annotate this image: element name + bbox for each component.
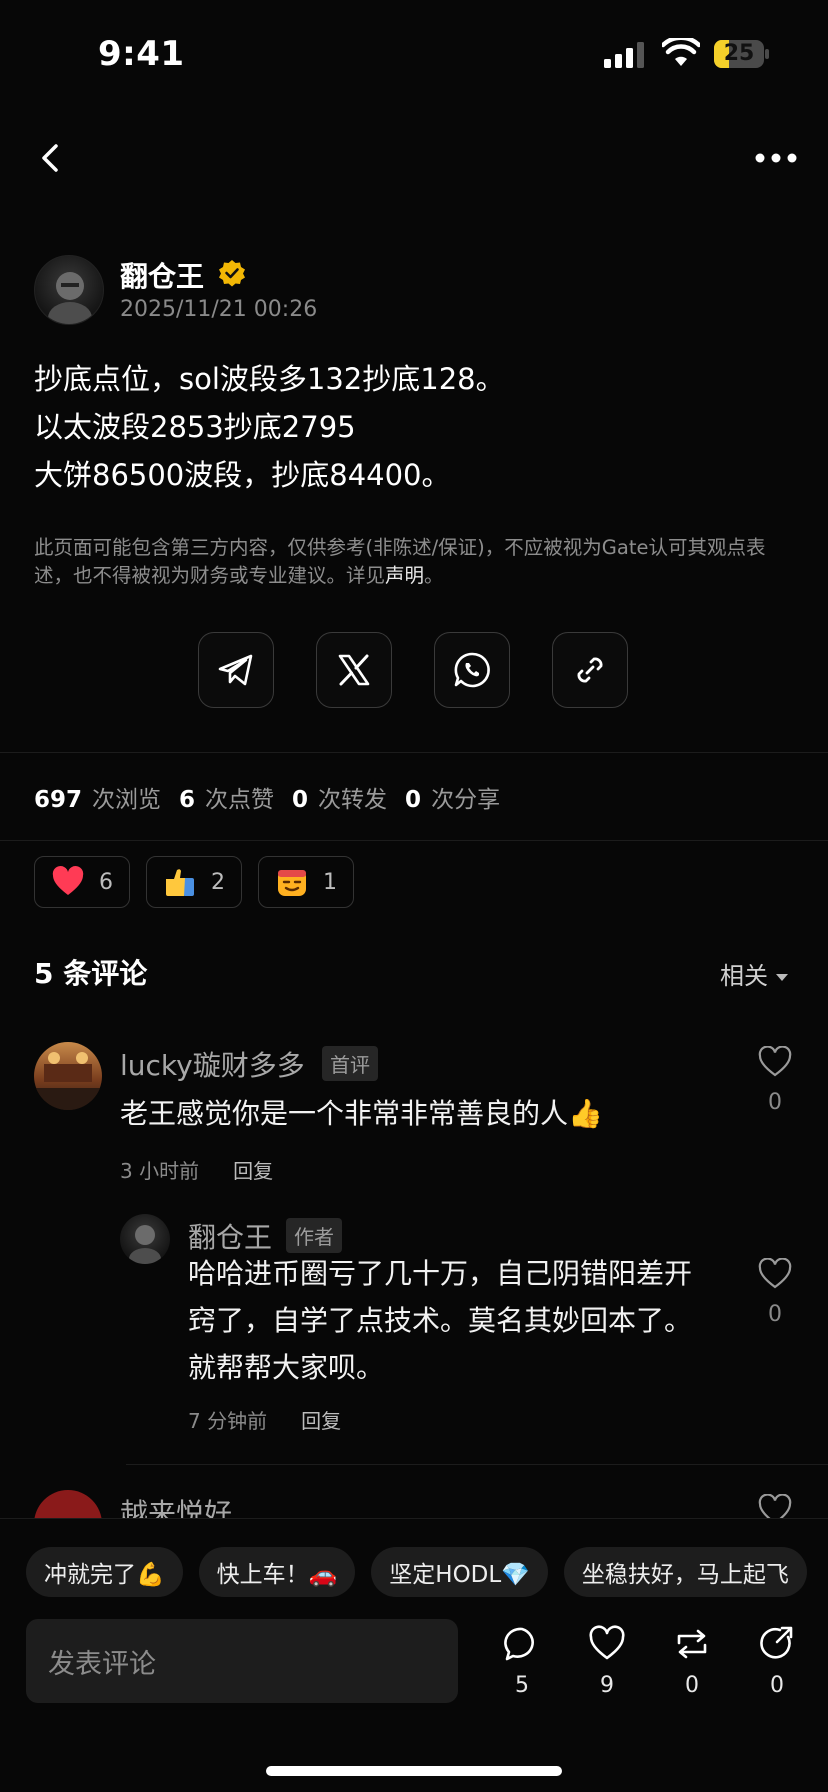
post-line: 抄底点位，sol波段多132抄底128。 xyxy=(34,362,505,396)
disclaimer-end: 。 xyxy=(424,564,444,587)
money-face-icon xyxy=(278,870,306,896)
post-line: 大饼86500波段，抄底84400。 xyxy=(34,458,451,492)
wifi-icon xyxy=(662,38,700,66)
divider xyxy=(126,1464,828,1465)
author-avatar[interactable] xyxy=(34,255,104,325)
reply-line: 就帮帮大家呗。 xyxy=(188,1351,385,1384)
comment-text: 老王感觉你是一个非常非常善良的人👍 xyxy=(120,1097,603,1130)
link-icon xyxy=(577,657,603,683)
reply-button[interactable]: 回复 xyxy=(301,1409,341,1433)
thumbs-up-icon xyxy=(166,869,194,896)
heart-outline-icon xyxy=(758,1045,792,1077)
repost-icon xyxy=(677,1629,707,1659)
reactions-row: 6 2 1 xyxy=(34,856,354,908)
share-row xyxy=(0,632,828,710)
reaction-money-face-button[interactable]: 1 xyxy=(258,856,354,908)
top-nav xyxy=(0,128,828,192)
comments-action[interactable]: 5 xyxy=(492,1625,552,1698)
battery-level: 25 xyxy=(723,41,755,66)
first-comment-tag: 首评 xyxy=(322,1046,378,1081)
like-action[interactable]: 9 xyxy=(577,1625,637,1698)
reply-like-button[interactable]: 0 xyxy=(758,1257,792,1327)
author-tag: 作者 xyxy=(286,1218,342,1253)
reply-time: 7 分钟前 xyxy=(188,1409,268,1433)
post-line: 以太波段2853抄底2795 xyxy=(34,410,356,444)
quick-reply-chip[interactable]: 坐稳扶好，马上起飞 xyxy=(563,1547,807,1597)
share-arrow-icon xyxy=(760,1626,793,1659)
comment-meta: 3 小时前 回复 xyxy=(120,1155,273,1184)
share-telegram-button[interactable] xyxy=(198,632,274,708)
sort-label: 相关 xyxy=(720,962,768,990)
share-x-button[interactable] xyxy=(316,632,392,708)
cellular-signal-icon xyxy=(604,42,644,68)
reaction-heart-button[interactable]: 6 xyxy=(34,856,130,908)
stat-likes: 6 次点赞 xyxy=(179,787,275,813)
share-whatsapp-button[interactable] xyxy=(434,632,510,708)
comments-count: 5 xyxy=(515,1673,529,1698)
reply-line: 窍了，自学了点技术。莫名其妙回本了。 xyxy=(188,1304,693,1337)
home-indicator xyxy=(266,1766,562,1776)
reply-author-avatar[interactable] xyxy=(120,1214,170,1264)
commenter-name[interactable]: lucky璇财多多 xyxy=(120,1044,305,1084)
comment-input[interactable]: 发表评论 xyxy=(26,1619,458,1703)
copy-link-button[interactable] xyxy=(552,632,628,708)
quick-replies: 冲就完了💪 快上车！🚗 坚定HODL💎 坐稳扶好，马上起飞 xyxy=(26,1547,807,1597)
heart-outline-icon xyxy=(758,1257,792,1289)
battery-icon: 25 xyxy=(714,40,770,68)
reply-line: 哈哈进币圈亏了几十万，自己阴错阳差开 xyxy=(188,1257,693,1290)
comment-like-count: 0 xyxy=(768,1090,782,1115)
reply-button[interactable]: 回复 xyxy=(233,1159,273,1183)
reaction-count: 2 xyxy=(211,869,225,895)
bottom-bar: 冲就完了💪 快上车！🚗 坚定HODL💎 坐稳扶好，马上起飞 发表评论 5 9 0… xyxy=(0,1518,828,1792)
reply-meta: 7 分钟前 回复 xyxy=(188,1405,341,1434)
quick-reply-chip[interactable]: 坚定HODL💎 xyxy=(371,1547,548,1597)
reaction-count: 6 xyxy=(99,869,113,895)
heart-icon xyxy=(52,866,84,895)
stat-shares: 0 次分享 xyxy=(405,787,501,813)
reply-like-count: 0 xyxy=(768,1302,782,1327)
stat-views: 697 次浏览 xyxy=(34,787,162,813)
repost-action[interactable]: 0 xyxy=(662,1625,722,1698)
quick-reply-chip[interactable]: 冲就完了💪 xyxy=(26,1547,183,1597)
heart-outline-icon xyxy=(589,1625,625,1660)
share-action[interactable]: 0 xyxy=(747,1625,807,1698)
comment-like-button[interactable]: 0 xyxy=(758,1045,792,1115)
reposts-count: 0 xyxy=(685,1673,699,1698)
reply-text: 哈哈进币圈亏了几十万，自己阴错阳差开 窍了，自学了点技术。莫名其妙回本了。 就帮… xyxy=(188,1250,692,1391)
telegram-icon xyxy=(218,654,253,686)
comment-bubble-icon xyxy=(504,1627,534,1661)
post-timestamp: 2025/11/21 00:26 xyxy=(120,297,318,322)
back-chevron-icon[interactable] xyxy=(36,138,66,178)
whatsapp-icon xyxy=(454,652,490,688)
reaction-count: 1 xyxy=(323,869,337,895)
disclaimer-link[interactable]: 声明 xyxy=(385,564,424,587)
verified-badge-icon xyxy=(219,260,245,287)
post-stats: 697 次浏览 6 次点赞 0 次转发 0 次分享 xyxy=(34,780,518,814)
disclaimer: 此页面可能包含第三方内容，仅供参考(非陈述/保证)，不应被视为Gate认可其观点… xyxy=(34,534,794,590)
reaction-thumbs-up-button[interactable]: 2 xyxy=(146,856,242,908)
status-time: 9:41 xyxy=(98,34,185,74)
divider xyxy=(0,752,828,753)
post-author: 翻仓王 2025/11/21 00:26 xyxy=(34,255,794,331)
post-content: 抄底点位，sol波段多132抄底128。 以太波段2853抄底2795 大饼86… xyxy=(34,355,794,499)
caret-down-icon xyxy=(776,973,788,981)
x-icon xyxy=(338,654,370,686)
comment-time: 3 小时前 xyxy=(120,1159,200,1183)
more-options-icon[interactable] xyxy=(754,150,798,166)
comments-count-title: 5 条评论 xyxy=(34,957,148,990)
sort-dropdown[interactable]: 相关 xyxy=(720,956,788,991)
stat-reposts: 0 次转发 xyxy=(292,787,388,813)
shares-count: 0 xyxy=(770,1673,784,1698)
author-name[interactable]: 翻仓王 xyxy=(120,255,204,295)
likes-count: 9 xyxy=(600,1673,614,1698)
status-bar: 9:41 25 xyxy=(0,0,828,110)
quick-reply-chip[interactable]: 快上车！🚗 xyxy=(198,1547,356,1597)
divider xyxy=(0,840,828,841)
commenter-avatar[interactable] xyxy=(34,1042,102,1110)
